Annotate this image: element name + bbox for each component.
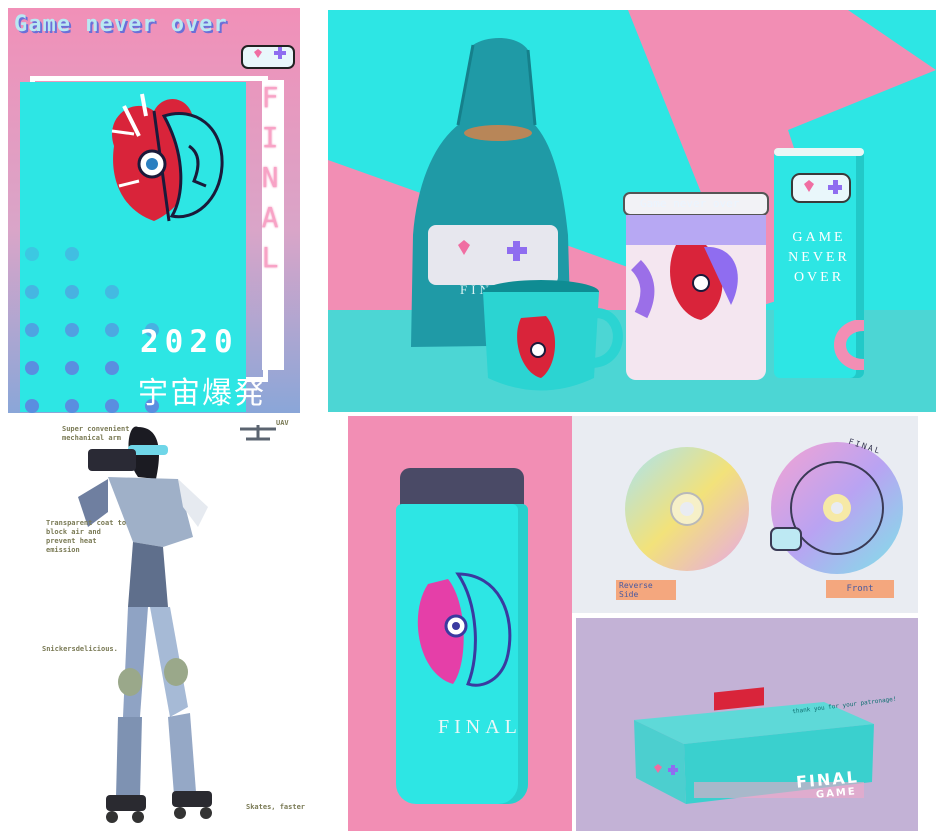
tin-can-text-line-2: NEVER: [788, 250, 850, 265]
tin-can-text-line-3: OVER: [793, 270, 845, 285]
character-panel: UAV Super convenient mechanical arm Tran…: [8, 415, 333, 831]
tin-can-pink-arc: [834, 320, 864, 370]
letter-a: A: [261, 201, 279, 234]
annotation-mechanical-arm: Super convenient mechanical arm: [62, 425, 130, 442]
poster-headline: Game never over: [14, 12, 228, 37]
poster-vertical-letters: F I N A L: [255, 78, 285, 278]
annotation-transparent-coat: Transparent coat to block air and preven…: [46, 519, 127, 554]
tin-can-lid: [774, 148, 864, 156]
letter-i: I: [261, 121, 279, 154]
reverse-side-label: Reverse Side: [616, 580, 676, 600]
tin-can-text-line-1: GAME: [792, 230, 846, 245]
tumbler-face-illustration: [417, 572, 512, 687]
disc-reverse: [625, 447, 749, 571]
poster-heart-face-illustration: [111, 93, 224, 222]
letter-l: L: [261, 241, 279, 274]
front-label: Front: [826, 580, 894, 598]
annotation-snickers: Snickersdelicious.: [42, 645, 118, 653]
gamepad-heart-plus-icon: [241, 45, 295, 69]
tumbler-panel: FINAL: [348, 416, 572, 831]
annotation-skates: Skates, faster: [246, 803, 306, 811]
letter-n: N: [261, 161, 279, 194]
poster-year: 2020: [140, 324, 239, 360]
tumbler-label: FINAL: [438, 716, 522, 738]
disc-front: [770, 442, 903, 574]
poster-kanji: 宇宙爆発: [138, 376, 266, 411]
character-illustration: [78, 426, 212, 823]
jar-label: Game never over: [640, 197, 740, 210]
uav-drone-icon: [240, 425, 276, 441]
letter-f: F: [261, 81, 279, 114]
tin-can-text: GAME NEVER OVER: [780, 228, 858, 288]
annotation-uav: UAV: [276, 419, 289, 427]
merch-panel: FINAL Game never over GAME NEVER OVER: [328, 10, 936, 412]
discs-panel: FINAL Reverse Side Front: [572, 416, 918, 613]
poster-panel: Game never over F I N A L 2020 宇宙爆発: [8, 8, 300, 413]
mug: [483, 280, 623, 391]
box-panel: thank you for your patronage! FINAL GAME: [576, 618, 918, 831]
tin-can-gamepad-icon: [791, 173, 851, 203]
